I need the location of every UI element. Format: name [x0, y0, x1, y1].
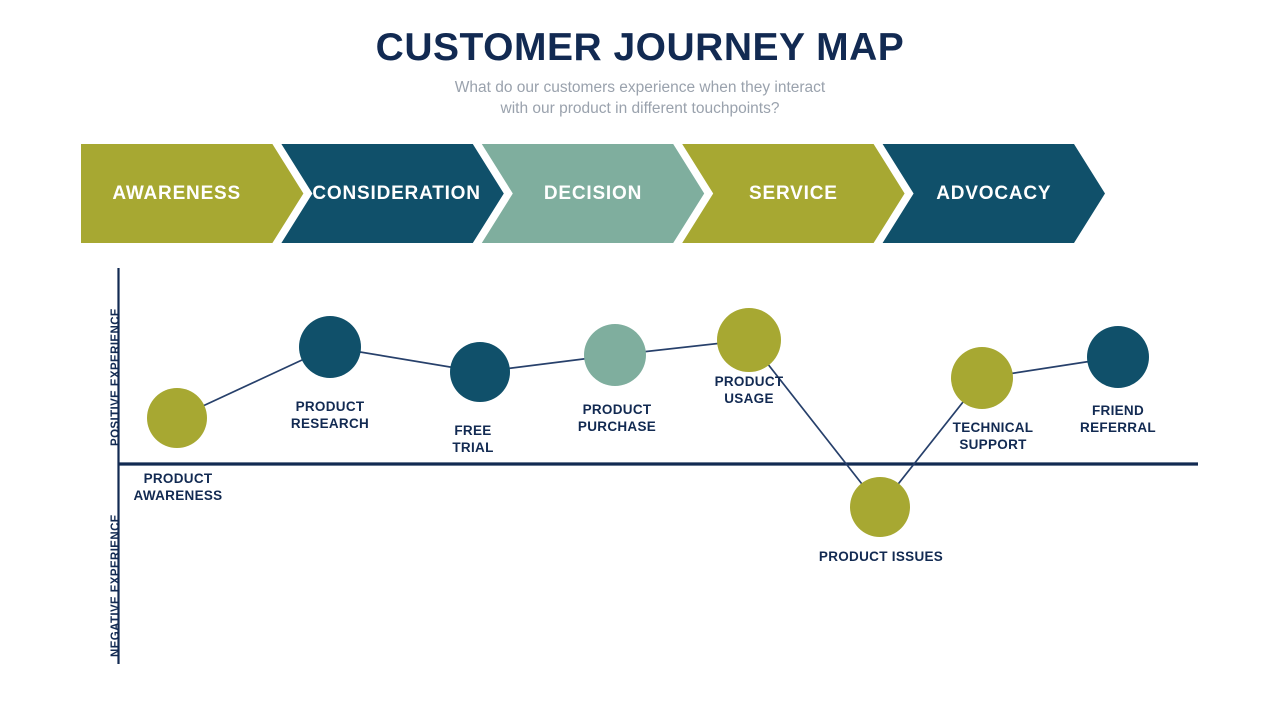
touchpoint-circle-product-usage[interactable]: [717, 308, 781, 372]
touchpoint-circle-technical-support[interactable]: [951, 347, 1013, 409]
touchpoint-circle-group: [147, 308, 1149, 537]
journey-plot: POSITIVE EXPERIENCE NEGATIVE EXPERIENCE …: [0, 0, 1280, 720]
journey-plot-svg: [117, 268, 1198, 664]
customer-journey-map-infographic: CUSTOMER JOURNEY MAP What do our custome…: [0, 0, 1280, 720]
touchpoint-circle-product-issues[interactable]: [850, 477, 910, 537]
axis-label-positive-experience: POSITIVE EXPERIENCE: [110, 308, 122, 446]
touchpoint-circle-product-awareness[interactable]: [147, 388, 207, 448]
touchpoint-circle-product-research[interactable]: [299, 316, 361, 378]
axis-label-negative-experience: NEGATIVE EXPERIENCE: [110, 514, 122, 657]
touchpoint-circle-product-purchase[interactable]: [584, 324, 646, 386]
touchpoint-circle-friend-referral[interactable]: [1087, 326, 1149, 388]
touchpoint-circle-free-trial[interactable]: [450, 342, 510, 402]
